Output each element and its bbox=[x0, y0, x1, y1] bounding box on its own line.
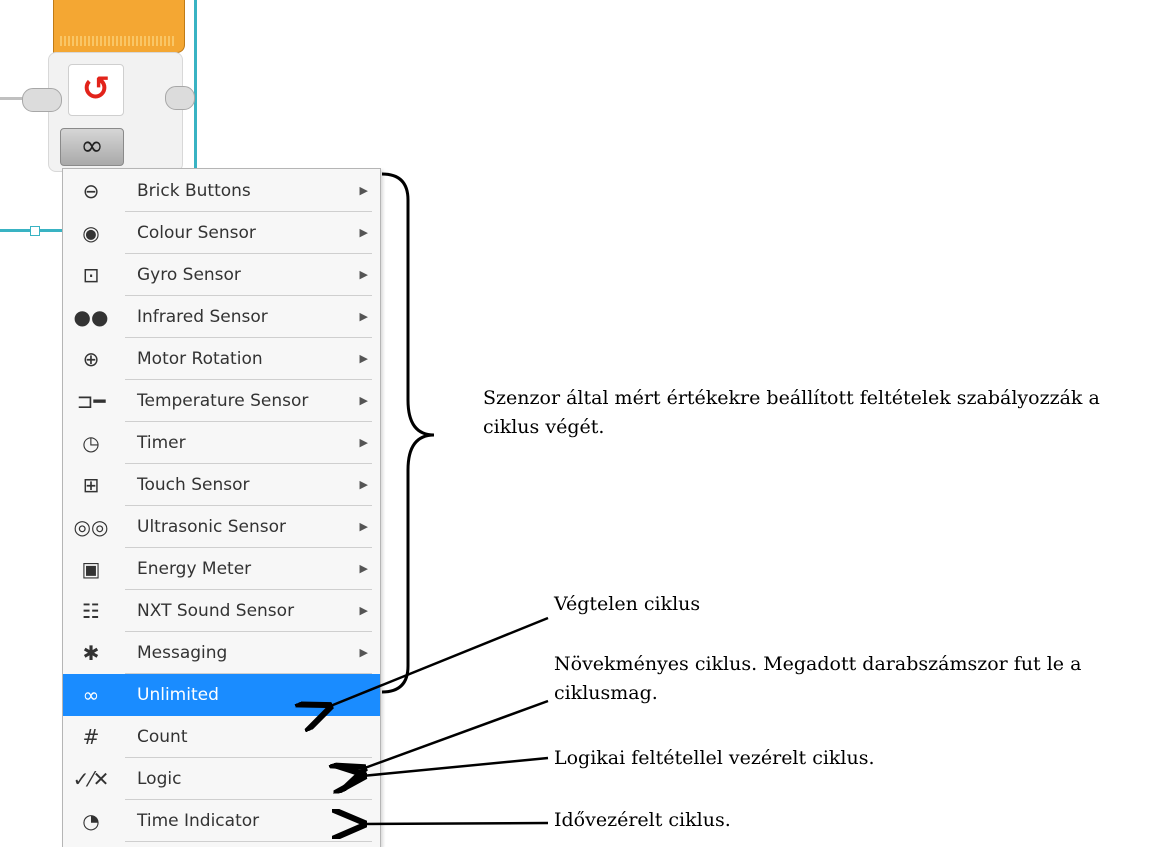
arrow-time bbox=[362, 823, 549, 824]
arrow-count bbox=[362, 699, 549, 769]
arrow-logic bbox=[362, 756, 549, 776]
count-note: Növekményes ciklus. Megadott darabszámsz… bbox=[554, 653, 1082, 704]
sensor-note: Szenzor által mért értékekre beállított … bbox=[483, 387, 1100, 438]
time-note: Idővezérelt ciklus. bbox=[554, 809, 731, 831]
arrow-unlimited bbox=[328, 616, 549, 707]
unlimited-note: Végtelen ciklus bbox=[554, 593, 701, 615]
logic-note: Logikai feltétellel vezérelt ciklus. bbox=[554, 747, 875, 769]
